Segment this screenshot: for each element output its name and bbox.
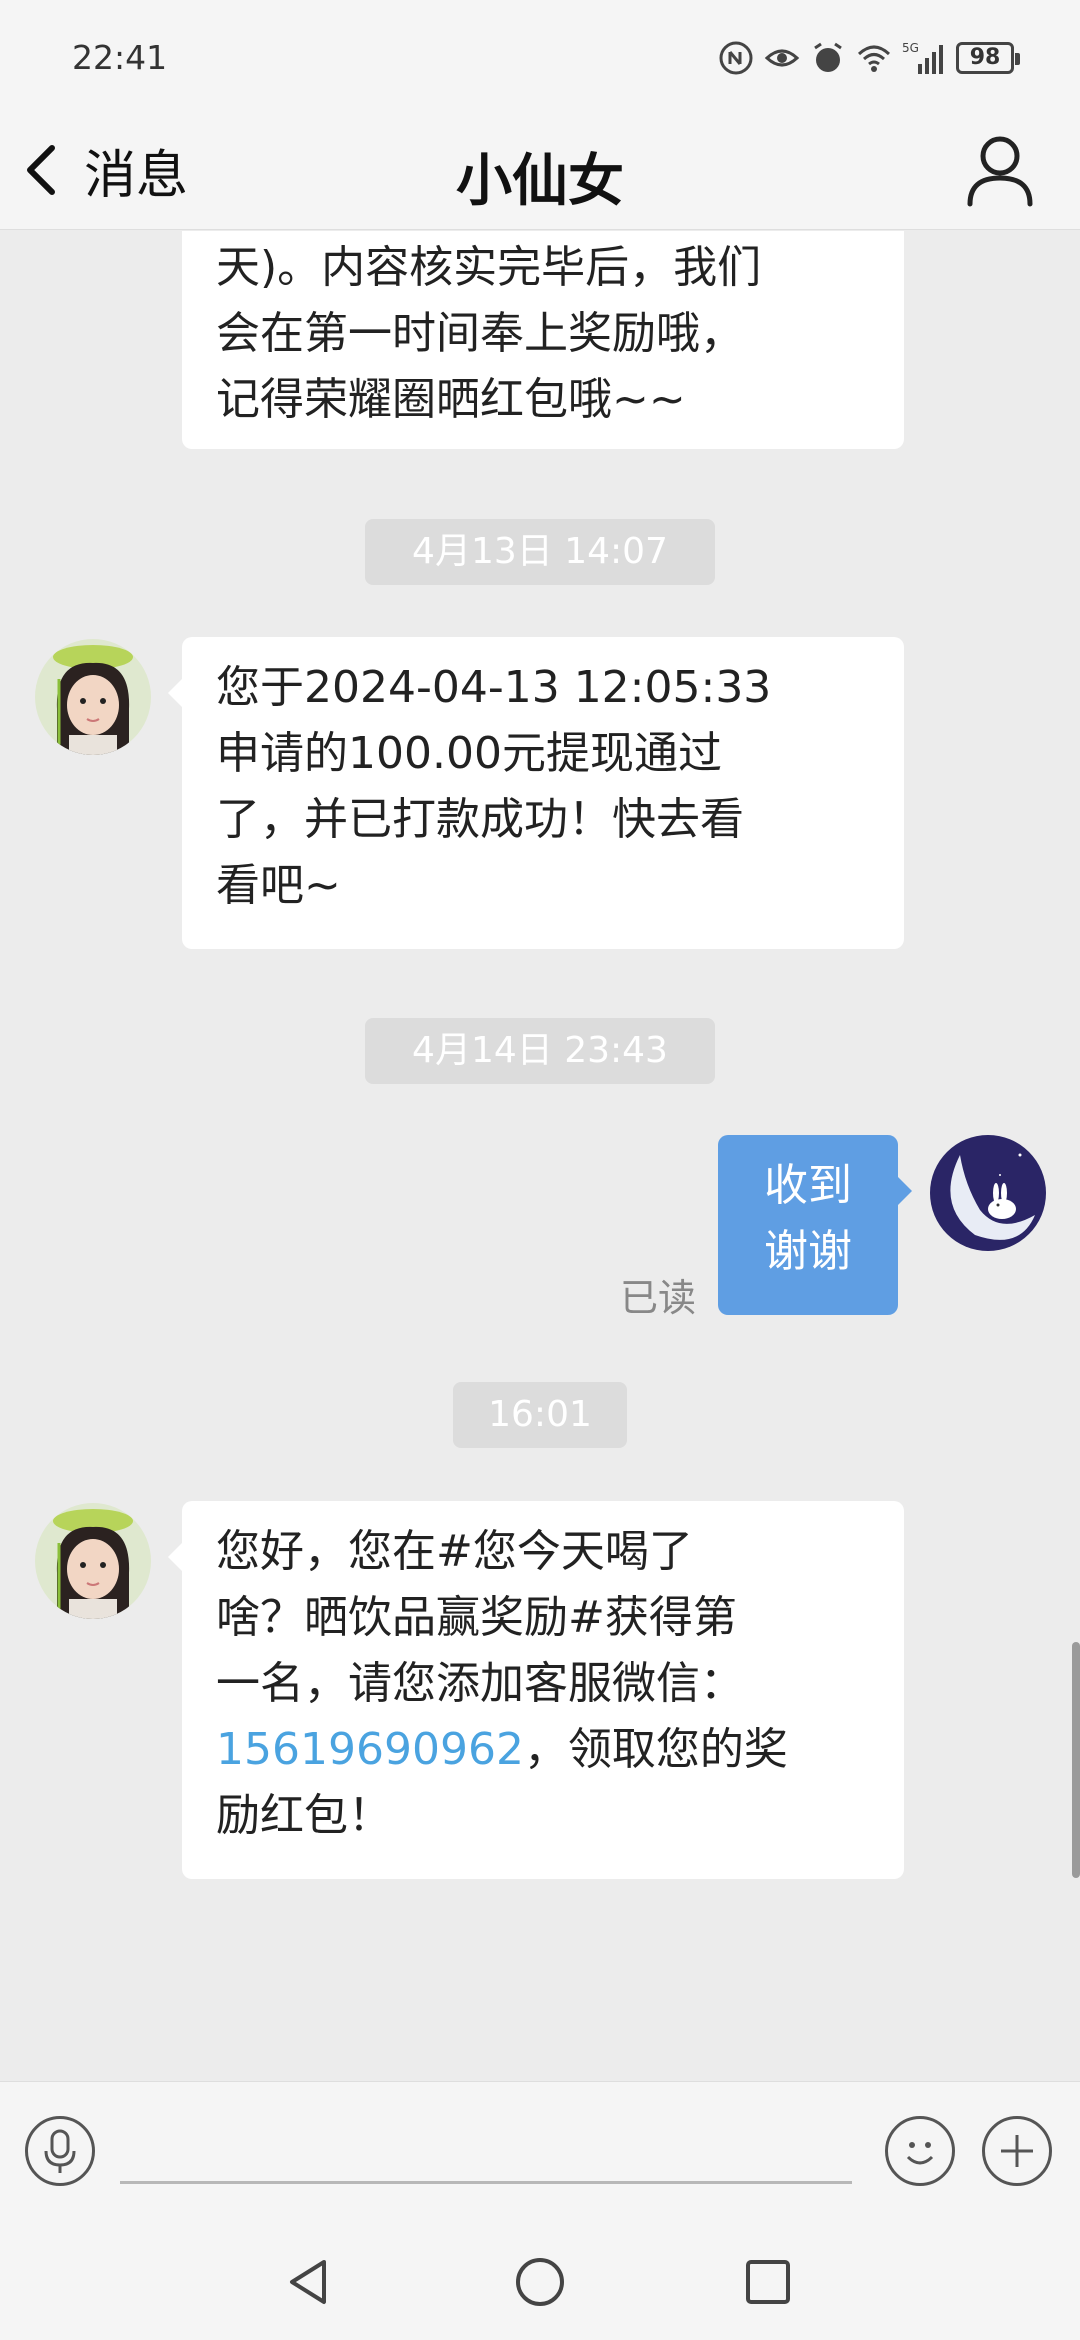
my-message-bubble[interactable]: 收到 谢谢 (718, 1135, 912, 1315)
smiley-icon (906, 2142, 934, 2165)
status-time: 22:41 (72, 38, 168, 77)
chat-header: 消息 小仙女 (0, 110, 1080, 230)
message-line: 您好，您在#您今天喝了 (216, 1526, 693, 1577)
microphone-icon (44, 2129, 76, 2173)
status-icons: 5G 98 (718, 40, 1020, 76)
message-line: 您于2024-04-13 12:05:33 (216, 662, 772, 713)
moon-rabbit-avatar-image (930, 1135, 1046, 1251)
system-nav-bar (0, 2226, 1080, 2340)
read-status: 已读 (620, 1276, 697, 1320)
message-input[interactable] (120, 2112, 852, 2184)
girl-avatar-image (35, 639, 151, 755)
message-line: 啥？晒饮品赢奖励#获得第 (216, 1592, 737, 1643)
scrollbar[interactable] (1072, 1642, 1080, 1878)
signal-icon: 5G (902, 41, 943, 74)
message-line: 谢谢 (764, 1226, 852, 1277)
wifi-icon (857, 45, 891, 72)
message-line: 看吧~ (216, 860, 341, 911)
message-line: 励红包！ (216, 1790, 392, 1841)
timestamp-pill: 4月13日 14:07 (365, 519, 715, 585)
page-title: 小仙女 (456, 149, 624, 214)
message-line: 一名，请您添加客服微信： (216, 1658, 744, 1709)
add-button[interactable] (982, 2116, 1052, 2186)
message-bubble[interactable]: 您好，您在#您今天喝了 啥？晒饮品赢奖励#获得第 一名，请您添加客服微信： 15… (168, 1501, 904, 1879)
message-list[interactable]: 天)。内容核实完毕后，我们 会在第一时间奉上奖励哦， 记得荣耀圈晒红包哦~~ 4… (0, 231, 1080, 2081)
message-bubble[interactable]: 天)。内容核实完毕后，我们 会在第一时间奉上奖励哦， 记得荣耀圈晒红包哦~~ (182, 231, 904, 449)
phone-link[interactable]: 15619690962 (216, 1724, 524, 1775)
voice-button[interactable] (25, 2116, 95, 2186)
girl-avatar-image (35, 1503, 151, 1619)
timestamp-pill: 4月14日 23:43 (365, 1018, 715, 1084)
square-recents-icon[interactable] (740, 2254, 796, 2310)
timestamp-pill: 16:01 (453, 1382, 627, 1448)
circle-home-icon[interactable] (512, 2254, 568, 2310)
status-bar: 22:41 5G 98 (0, 0, 1080, 110)
message-text: ，领取您的奖 (523, 1724, 788, 1775)
message-line: 会在第一时间奉上奖励哦， (216, 308, 744, 359)
alarm-icon (814, 42, 842, 72)
message-bubble[interactable]: 您于2024-04-13 12:05:33 申请的100.00元提现通过 了，并… (168, 637, 904, 949)
message-line: 收到 (764, 1160, 852, 1211)
eye-icon (764, 49, 800, 67)
message-line: 天)。内容核实完毕后，我们 (216, 242, 762, 293)
plus-icon (1001, 2135, 1033, 2167)
input-bar (0, 2081, 1080, 2226)
my-avatar[interactable] (930, 1135, 1046, 1251)
message-line: 了，并已打款成功！快去看 (216, 794, 744, 845)
battery-indicator: 98 (956, 42, 1020, 74)
contact-avatar[interactable] (35, 1503, 151, 1619)
message-line: 申请的100.00元提现通过 (216, 728, 722, 779)
emoji-button[interactable] (885, 2116, 955, 2186)
person-icon (967, 136, 1033, 207)
nfc-icon (719, 41, 753, 75)
message-line: 记得荣耀圈晒红包哦~~ (216, 374, 686, 425)
triangle-back-icon[interactable] (282, 2254, 338, 2310)
network-label: 5G (902, 41, 919, 55)
contact-avatar[interactable] (35, 639, 151, 755)
profile-button[interactable] (960, 130, 1040, 210)
message-line-with-link: 15619690962，领取您的奖 (216, 1717, 870, 1783)
